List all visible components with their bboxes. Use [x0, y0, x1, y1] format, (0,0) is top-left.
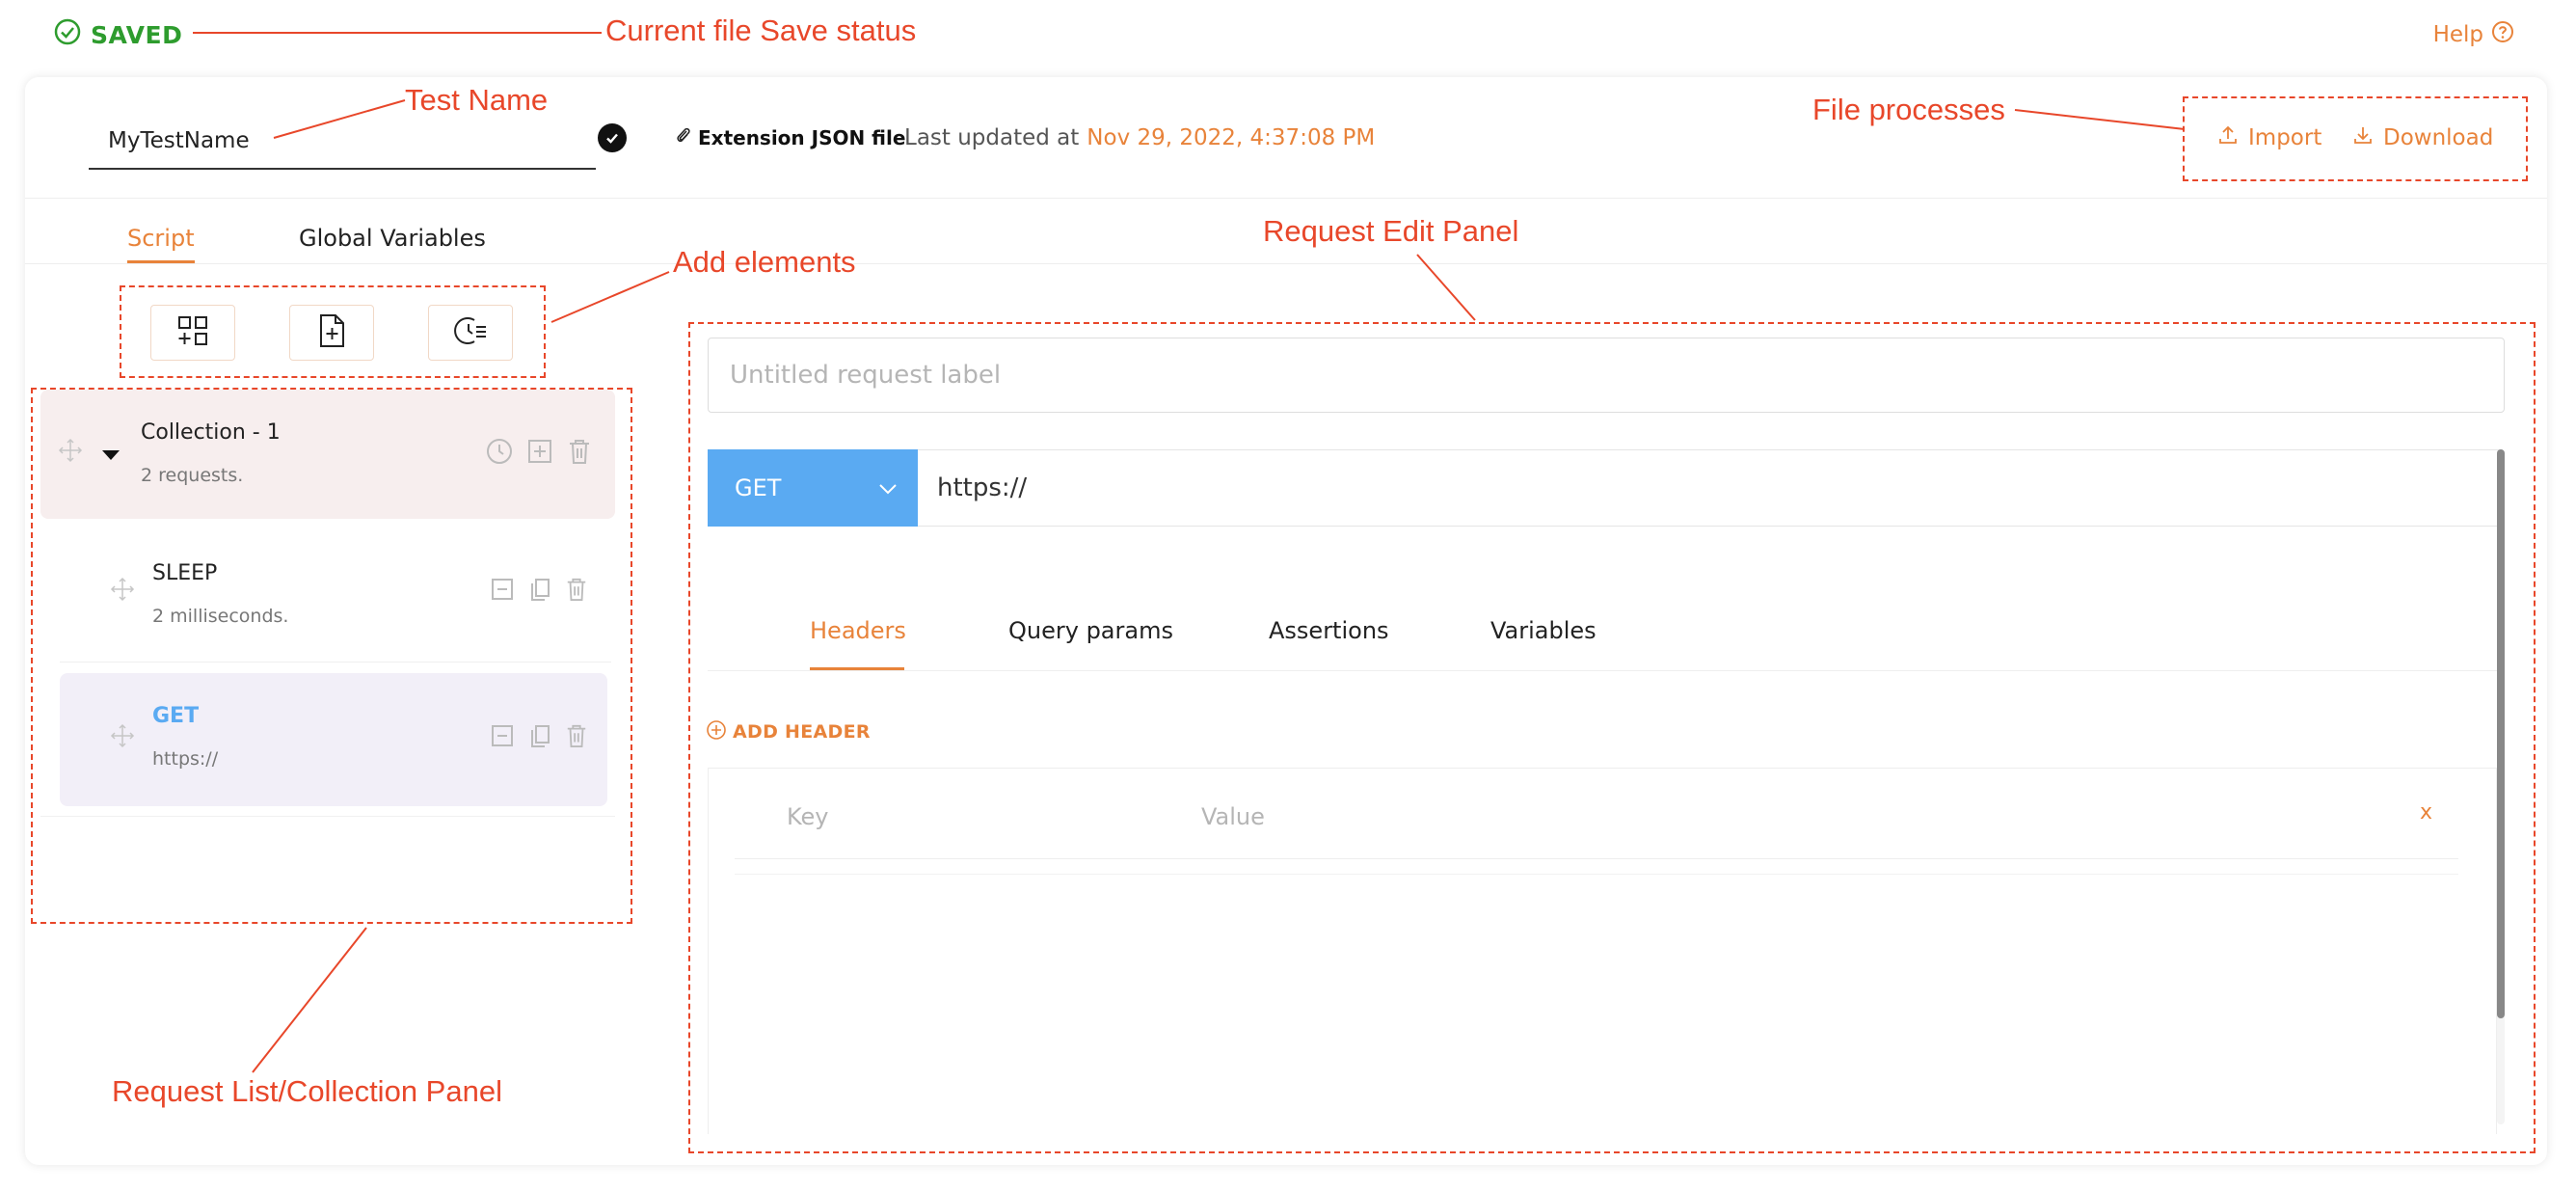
help-label: Help [2432, 22, 2483, 47]
help-icon [2491, 20, 2514, 49]
tabs-divider [25, 263, 2547, 264]
extension-json-label: Extension JSON file [698, 126, 906, 149]
save-status: SAVED [54, 17, 182, 52]
last-updated-time: Nov 29, 2022, 4:37:08 PM [1087, 125, 1376, 150]
paperclip-icon [675, 125, 692, 151]
tab-global-variables[interactable]: Global Variables [299, 214, 486, 262]
annotation-request-list-panel: Request List/Collection Panel [112, 1074, 502, 1108]
extension-json-file-link[interactable]: Extension JSON file [675, 123, 905, 152]
annotation-test-name: Test Name [405, 83, 549, 117]
check-circle-icon [54, 18, 81, 51]
test-name-input[interactable] [89, 127, 596, 154]
last-updated-prefix: Last updated at [904, 125, 1080, 150]
annotation-box-add-elements [120, 285, 546, 378]
header-divider [25, 198, 2547, 199]
save-status-label: SAVED [91, 20, 183, 49]
annotation-add-elements: Add elements [673, 245, 856, 279]
help-link[interactable]: Help [2433, 17, 2514, 52]
tab-script[interactable]: Script [127, 214, 195, 262]
annotation-save-status: Current file Save status [605, 14, 917, 47]
annotation-box-file-processes [2183, 96, 2528, 181]
last-updated: Last updated at Nov 29, 2022, 4:37:08 PM [904, 123, 1375, 152]
annotation-box-request-edit [688, 322, 2536, 1153]
test-name-field[interactable] [89, 114, 596, 170]
confirm-check-icon[interactable] [598, 123, 627, 152]
annotation-request-edit-panel: Request Edit Panel [1263, 214, 1519, 248]
annotation-box-request-list [31, 388, 632, 924]
annotation-file-processes: File processes [1812, 93, 2005, 126]
